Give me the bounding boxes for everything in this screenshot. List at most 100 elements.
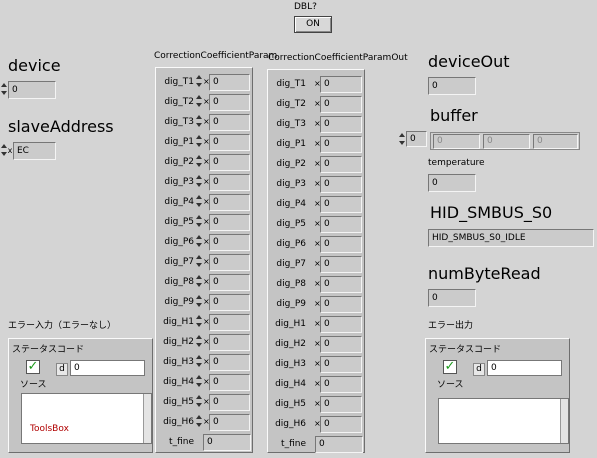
coeff-row-label: dig_H5 xyxy=(275,399,306,409)
coeff-row-spinner[interactable] xyxy=(196,153,202,171)
coeff-row-label: dig_P5 xyxy=(276,219,306,229)
coeff-row-value: 0 xyxy=(320,236,362,253)
coeff-row-value[interactable]: 0 xyxy=(209,294,250,311)
coeff-row-value[interactable]: 0 xyxy=(209,94,250,111)
coeff-row-value[interactable]: 0 xyxy=(209,394,250,411)
coeff-row: dig_H2 × 0 xyxy=(268,335,364,353)
coeff-row-value[interactable]: 0 xyxy=(209,254,250,271)
error-in-source-textbox[interactable]: ToolsBox xyxy=(21,393,152,444)
coeff-row-spinner[interactable] xyxy=(196,73,202,91)
coeff-out-cluster: dig_T1 × 0 dig_T2 × 0 dig_T3 × 0 dig_P1 × 0 dig_P2 × 0… xyxy=(267,69,365,453)
coeff-row-value[interactable]: 0 xyxy=(209,114,250,131)
coeff-row-value: 0 xyxy=(320,156,362,173)
device-label: device xyxy=(8,56,61,75)
coeff-row: dig_T3 × 0 xyxy=(156,113,252,131)
coeff-row: dig_H5 × 0 xyxy=(268,395,364,413)
error-out-source-textbox xyxy=(438,398,569,444)
coeff-row: dig_P6 × 0 xyxy=(268,235,364,253)
coeff-row: dig_H1 × 0 xyxy=(268,315,364,333)
coeff-row-spinner[interactable] xyxy=(196,353,202,371)
coeff-row-label: dig_P6 xyxy=(276,239,306,249)
error-out-source-scrollbar[interactable] xyxy=(560,399,568,443)
coeff-row-label: dig_T2 xyxy=(164,97,194,107)
coeff-row: dig_H4 × 0 xyxy=(156,373,252,391)
coeff-row-spinner[interactable] xyxy=(196,133,202,151)
device-input[interactable]: 0 xyxy=(8,81,56,99)
coeff-row: dig_P2 × 0 xyxy=(268,155,364,173)
coeff-row: dig_P4 × 0 xyxy=(268,195,364,213)
error-out-source-label: ソース xyxy=(437,380,464,390)
coeff-row-value[interactable]: 0 xyxy=(209,314,250,331)
coeff-row-value[interactable]: 0 xyxy=(209,354,250,371)
coeff-row-value: 0 xyxy=(320,316,362,333)
error-in-source-label: ソース xyxy=(20,380,47,390)
coeff-row-value[interactable]: 0 xyxy=(209,374,250,391)
coeff-row-label: dig_P4 xyxy=(276,199,306,209)
coeff-row: dig_H1 × 0 xyxy=(156,313,252,331)
error-out-status-label: ステータスコード xyxy=(429,345,502,355)
coeff-row-value: 0 xyxy=(320,396,362,413)
coeff-row-spinner[interactable] xyxy=(196,373,202,391)
dbl-button[interactable]: ON xyxy=(294,16,332,33)
coeff-row-value[interactable]: 0 xyxy=(209,334,250,351)
buffer-index-spinner[interactable] xyxy=(399,131,405,149)
coeff-row-value[interactable]: 0 xyxy=(209,234,250,251)
error-in-code-input[interactable]: 0 xyxy=(70,360,145,376)
coeff-in-label: CorrectionCoefficientParam xyxy=(154,51,278,61)
coeff-row-label: dig_H2 xyxy=(163,337,194,347)
coeff-row-value: 0 xyxy=(320,116,362,133)
tfine-value: 0 xyxy=(315,436,363,453)
coeff-row-label: dig_P4 xyxy=(164,197,194,207)
coeff-row-spinner[interactable] xyxy=(196,193,202,211)
coeff-row-value: 0 xyxy=(320,276,362,293)
coeff-row: dig_P5 × 0 xyxy=(268,215,364,233)
device-spinner[interactable] xyxy=(1,81,7,99)
tfine-value[interactable]: 0 xyxy=(203,434,251,451)
coeff-row: dig_T2 × 0 xyxy=(156,93,252,111)
coeff-row-value[interactable]: 0 xyxy=(209,134,250,151)
error-out-label: エラー出力 xyxy=(428,321,474,331)
coeff-row-label: dig_P6 xyxy=(164,237,194,247)
coeff-in-cluster: dig_T1 × 0 dig_T2 × 0 dig_T3 × 0 dig_P1 × 0 dig_P2 × 0… xyxy=(155,67,253,453)
coeff-row-spinner[interactable] xyxy=(196,313,202,331)
coeff-row-label: dig_H4 xyxy=(163,377,194,387)
error-out-code-radix: d xyxy=(473,363,485,376)
coeff-row: dig_H6 × 0 xyxy=(156,413,252,431)
coeff-row-label: dig_T2 xyxy=(276,99,306,109)
coeff-row-spinner[interactable] xyxy=(196,393,202,411)
slave-address-input[interactable]: EC xyxy=(13,142,56,160)
num-byte-read-label: numByteRead xyxy=(428,264,541,283)
coeff-out-label: CorrectionCoefficientParamOut xyxy=(268,53,408,63)
coeff-row-spinner[interactable] xyxy=(196,413,202,431)
buffer-index-input[interactable]: 0 xyxy=(406,131,427,147)
coeff-row-value: 0 xyxy=(320,296,362,313)
coeff-row-spinner[interactable] xyxy=(196,173,202,191)
coeff-row-value[interactable]: 0 xyxy=(209,214,250,231)
coeff-row-spinner[interactable] xyxy=(196,293,202,311)
coeff-row-value[interactable]: 0 xyxy=(209,194,250,211)
coeff-row: dig_T1 × 0 xyxy=(156,73,252,91)
coeff-row: dig_P7 × 0 xyxy=(156,253,252,271)
coeff-row-value: 0 xyxy=(320,136,362,153)
coeff-row-label: dig_P1 xyxy=(164,137,194,147)
coeff-row-spinner[interactable] xyxy=(196,333,202,351)
coeff-row: dig_P8 × 0 xyxy=(268,275,364,293)
coeff-row-value: 0 xyxy=(320,256,362,273)
coeff-row-spinner[interactable] xyxy=(196,113,202,131)
error-in-status-checkbox[interactable]: ✓ xyxy=(26,360,40,374)
coeff-row-label: dig_H3 xyxy=(163,357,194,367)
coeff-row-spinner[interactable] xyxy=(196,273,202,291)
coeff-row-value[interactable]: 0 xyxy=(209,274,250,291)
coeff-row-value[interactable]: 0 xyxy=(209,174,250,191)
coeff-row-value[interactable]: 0 xyxy=(209,74,250,91)
error-in-source-scrollbar[interactable] xyxy=(143,394,151,443)
coeff-row-value[interactable]: 0 xyxy=(209,154,250,171)
coeff-row-label: dig_P7 xyxy=(276,259,306,269)
coeff-row-spinner[interactable] xyxy=(196,213,202,231)
coeff-row-spinner[interactable] xyxy=(196,233,202,251)
error-in-code-radix[interactable]: d xyxy=(56,363,68,376)
coeff-row-spinner[interactable] xyxy=(196,93,202,111)
coeff-row-spinner[interactable] xyxy=(196,253,202,271)
coeff-row-value[interactable]: 0 xyxy=(209,414,250,431)
coeff-row-value: 0 xyxy=(320,336,362,353)
